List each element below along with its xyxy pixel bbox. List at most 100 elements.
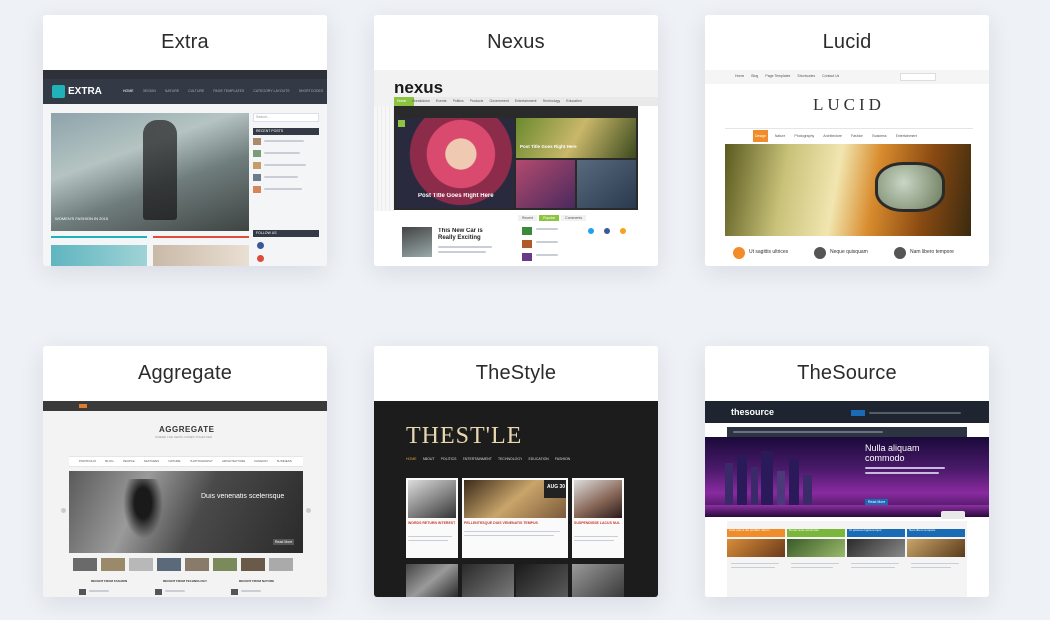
preview-nav-item: Shortcodes: [797, 74, 816, 78]
preview-nav-item: SHORTCODES: [298, 89, 324, 93]
preview-nav-item: POLITICS: [440, 457, 457, 461]
post-title: WORDS RETURN INTEREST: [408, 521, 456, 525]
post-title: SUSPENDISSE LACUS NUL: [574, 521, 621, 525]
theme-preview-aggregate: AGGREGATE WHERE THE NEWS COMES TOGETHER …: [43, 401, 327, 597]
sidebar-title: RECENT POSTS: [256, 129, 284, 133]
preview-nav-item: Page Templates: [765, 74, 791, 78]
preview-nav-item: PEOPLE: [122, 459, 135, 463]
hero-caption: Post Title Goes Right Here: [418, 193, 494, 199]
logo-icon: [52, 85, 65, 98]
preview-nav-item: Events: [435, 99, 447, 103]
preview-nav-item: HOME: [123, 89, 134, 93]
preview-logo: LUCID: [813, 95, 885, 114]
read-more-button: Read More: [273, 539, 295, 545]
preview-nav-item: Government: [489, 99, 509, 103]
preview-nav-item: CATEGORY LAYOUTS: [253, 89, 290, 93]
preview-nav-item: ENTERTAINMENT: [462, 457, 492, 461]
preview-nav-item: Blog: [751, 74, 759, 78]
preview-logo: nexus: [394, 78, 444, 97]
hero-caption: WOMEN'S FASHION IN 2015: [55, 216, 108, 221]
read-more-button: Read More: [865, 499, 889, 505]
category-label: Cras quis a dui porttitor rutrum: [729, 529, 770, 532]
feature-item: Neque quisquam: [830, 249, 868, 255]
theme-card-thesource[interactable]: TheSource thesource Nulla aliquam commod…: [705, 346, 989, 597]
post-title: PELLENTESQUE DUIS VENENATIS TEMPUS: [464, 521, 538, 525]
preview-nav-item: ARCHITECTURE: [221, 459, 246, 463]
preview-nav-item: FEATURES: [143, 459, 160, 463]
category-label: Donec ante accumsan: [789, 529, 819, 532]
preview-nav-item: CULTURE: [188, 89, 205, 93]
preview-nav-item: Home: [397, 99, 407, 103]
preview-nav-item: Architecture: [823, 134, 842, 138]
theme-preview-nexus: nexus Home Breakdown Events Politics Pro…: [374, 70, 658, 266]
theme-title: Extra: [43, 15, 327, 70]
feature-item: Ut sagittis ultrices: [749, 249, 789, 255]
preview-nav-item: PHOTOGRAPHY: [189, 459, 213, 463]
category-label: Nam libero tempore: [909, 529, 936, 532]
theme-title: Nexus: [374, 15, 658, 70]
theme-title: TheSource: [705, 346, 989, 401]
hero-title: Nulla aliquam commodo: [865, 443, 920, 463]
theme-card-extra[interactable]: Extra EXTRA HOME DESIGN NATURE CULTURE P…: [43, 15, 327, 266]
preview-nav-item: BUSINESS: [276, 459, 292, 463]
preview-nav-item: Design: [755, 134, 766, 138]
section-title: RECENT FROM NATURE: [239, 579, 275, 583]
preview-nav-item: PORTFOLIO: [79, 459, 97, 463]
tab-comments: Comments: [561, 215, 587, 221]
theme-title: TheStyle: [374, 346, 658, 401]
theme-card-nexus[interactable]: Nexus nexus Home Breakdown Events Politi…: [374, 15, 658, 266]
theme-card-thestyle[interactable]: TheStyle THEST'LE HOME ABOUT POLITICS EN…: [374, 346, 658, 597]
theme-card-aggregate[interactable]: Aggregate AGGREGATE WHERE THE NEWS COMES…: [43, 346, 327, 597]
section-title: RECENT FROM TECHNOLOGY: [163, 579, 207, 583]
preview-nav-item: NATURE: [164, 89, 180, 93]
preview-nav-item: Home: [735, 74, 745, 78]
hero-image: [69, 471, 303, 553]
preview-nav-item: Fashion: [850, 134, 864, 138]
theme-preview-thesource: thesource Nulla aliquam commodo Read Mor…: [705, 401, 989, 597]
preview-logo: AGGREGATE: [159, 425, 215, 434]
preview-logo: thesource: [731, 407, 775, 417]
theme-title: Lucid: [705, 15, 989, 70]
side-caption: Post Title Goes Right Here: [520, 144, 577, 149]
preview-nav-item: Technology: [542, 99, 561, 103]
preview-nav-item: Politics: [452, 99, 464, 103]
preview-tagline: WHERE THE NEWS COMES TOGETHER: [155, 435, 213, 439]
preview-nav-item: BLOG: [105, 459, 114, 463]
theme-preview-lucid: Home Blog Page Templates Shortcodes Cont…: [705, 70, 989, 266]
preview-nav-item: PAGE TEMPLATES: [213, 89, 245, 93]
twitter-icon: [588, 228, 594, 234]
rss-icon: [620, 228, 626, 234]
search-placeholder: Search...: [256, 115, 271, 119]
preview-nav-item: FASHION: [554, 457, 571, 461]
preview-nav-item: DESIGN: [142, 89, 156, 93]
preview-nav-item: Products: [469, 99, 484, 103]
tab-popular: Popular: [539, 215, 560, 221]
theme-preview-extra: EXTRA HOME DESIGN NATURE CULTURE PAGE TE…: [43, 70, 327, 266]
tab-recent: Recent: [518, 215, 538, 221]
theme-preview-thestyle: THEST'LE HOME ABOUT POLITICS ENTERTAINME…: [374, 401, 658, 597]
preview-nav-item: FASHION: [254, 459, 268, 463]
preview-logo: THEST'LE: [406, 423, 523, 449]
preview-nav-item: Contact Us: [822, 74, 840, 78]
preview-nav-item: Entertainment: [514, 99, 537, 103]
category-label: Ut posuere ligula tempor: [849, 529, 882, 532]
preview-nav-item: TECHNOLOGY: [497, 457, 523, 461]
preview-nav-item: EDUCATION: [528, 457, 549, 461]
preview-nav-item: NATURE: [168, 459, 181, 463]
preview-nav-item: Business: [872, 134, 887, 138]
theme-card-lucid[interactable]: Lucid Home Blog Page Templates Shortcode…: [705, 15, 989, 266]
preview-nav-item: Entertainment: [895, 134, 918, 138]
preview-nav-item: HOME: [406, 457, 417, 461]
facebook-icon: [604, 228, 610, 234]
preview-nav-item: ABOUT: [422, 457, 435, 461]
preview-nav-item: Nature: [774, 134, 786, 138]
post-date: AUG 30: [547, 484, 566, 490]
preview-nav-item: Photography: [794, 134, 815, 138]
theme-title: Aggregate: [43, 346, 327, 401]
follow-title: FOLLOW US: [256, 231, 277, 235]
preview-nav-item: Education: [566, 99, 582, 103]
hero-caption: Duis venenatis scelerisque: [201, 493, 285, 500]
article-title: This New Car is Really Exciting: [438, 228, 483, 241]
section-title: RECENT FROM FASHION: [91, 579, 128, 583]
preview-logo: EXTRA: [68, 86, 102, 97]
